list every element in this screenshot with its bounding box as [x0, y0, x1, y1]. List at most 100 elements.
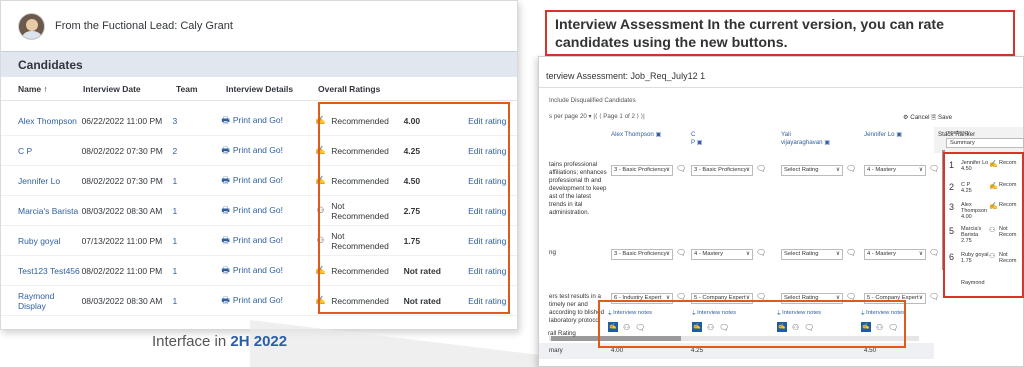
summary-value: 4.00	[611, 347, 624, 354]
candidate-name-link[interactable]: Jennifer Lo	[1, 176, 82, 186]
candidate-header-name2: P	[691, 139, 696, 146]
functional-lead-text: From the Fuctional Lead: Caly Grant	[55, 20, 233, 32]
rating-select[interactable]: 4 - Mastery ∨	[864, 165, 926, 176]
col-team[interactable]: Team	[176, 84, 226, 94]
team-count[interactable]: 3	[173, 116, 222, 126]
comment-icon[interactable]: 🗨	[846, 164, 856, 173]
candidate-header-2[interactable]: CP ▣	[691, 131, 703, 147]
chevron-down-icon: ∨	[835, 251, 840, 257]
functional-lead-row: From the Fuctional Lead: Caly Grant	[1, 1, 517, 51]
include-disqualified-toggle[interactable]: Include Disqualified Candidates	[549, 97, 636, 104]
rating-select[interactable]: 4 - Mastery ∨	[691, 249, 753, 260]
candidate-name-link[interactable]: Marcia's Barista	[1, 206, 82, 216]
candidates-title: Candidates	[1, 51, 517, 77]
print-and-go-link[interactable]: 🖶 Print and Go!	[221, 203, 303, 219]
candidate-header-3[interactable]: Yali vijayaraghavan ▣	[781, 131, 830, 147]
rating-select[interactable]: Select Rating ∨	[781, 165, 843, 176]
not-recommend-icon: ⚇	[989, 253, 996, 260]
stack-ranker-item[interactable]: 1 Jennifer Lo 4.50 ✍ Recom	[949, 160, 1016, 172]
team-count[interactable]: 1	[173, 176, 222, 186]
col-overall-ratings[interactable]: Overall Ratings	[310, 84, 380, 94]
candidate-name-link[interactable]: Ruby goyal	[1, 236, 82, 246]
rating-select[interactable]: 3 - Basic Proficiency ∨	[611, 165, 673, 176]
overall-rating-label: rall Rating	[548, 330, 576, 337]
comment-icon[interactable]: 🗨	[676, 164, 686, 173]
team-count[interactable]: 1	[173, 266, 222, 276]
candidate-name-link[interactable]: Raymond Display	[1, 291, 82, 311]
assessment-title: terview Assessment: Job_Req_July12 1	[546, 71, 706, 81]
zoom-connector	[250, 320, 540, 367]
competency-2: ng	[549, 249, 556, 256]
rating-select-value: 3 - Basic Proficiency	[694, 167, 747, 173]
profile-icon: ▣	[896, 131, 903, 138]
print-and-go-label: Print and Go!	[232, 144, 283, 155]
candidate-name-link[interactable]: Test123 Test456	[1, 266, 82, 276]
candidate-header-4[interactable]: Jennifer Lo ▣	[864, 131, 902, 139]
competency-select[interactable]: Summary	[946, 138, 1024, 148]
printer-icon: 🖶	[221, 204, 230, 215]
recommend-icon: ✍	[989, 183, 998, 190]
print-and-go-link[interactable]: 🖶 Print and Go!	[221, 113, 303, 129]
comment-icon[interactable]: 🗨	[929, 248, 939, 257]
print-and-go-link[interactable]: 🖶 Print and Go!	[221, 173, 303, 189]
summary-value: 4.50	[864, 347, 877, 354]
stack-ranker-item[interactable]: 6 Ruby goyal 1.75 ⚇ Not Recom	[949, 252, 1016, 264]
printer-icon: 🖶	[221, 294, 230, 305]
candidate-header-name2: vijayaraghavan	[781, 139, 823, 146]
interview-date: 08/02/2022 07:30 PM	[81, 175, 163, 186]
candidate-header-1[interactable]: Alex Thompson ▣	[611, 131, 661, 139]
team-count[interactable]: 1	[173, 206, 222, 216]
comment-icon[interactable]: 🗨	[756, 248, 766, 257]
col-interview-details[interactable]: Interview Details	[226, 84, 310, 94]
rating-select[interactable]: 4 - Mastery ∨	[864, 249, 926, 260]
printer-icon: 🖶	[221, 174, 230, 185]
stack-ranker-item[interactable]: 3 Alex Thompson 4.00 ✍ Recom	[949, 202, 1016, 220]
rank-number: 3	[949, 202, 955, 212]
comment-icon[interactable]: 🗨	[676, 248, 686, 257]
stack-ranker-item[interactable]: 5 Marcia's Barista 2.75 ⚇ Not Recom	[949, 226, 1016, 244]
col-interview-date[interactable]: Interview Date	[83, 84, 176, 94]
caption-prefix: Interface in	[152, 333, 231, 350]
recommend-icon: ✍	[989, 161, 998, 168]
chevron-down-icon: ∨	[918, 251, 923, 257]
candidate-name-link[interactable]: C P	[1, 146, 82, 156]
rating-select-value: Select Rating	[784, 251, 819, 257]
candidate-header-name: Yali	[781, 131, 791, 138]
interview-date: 08/02/2022 07:30 PM	[81, 145, 163, 156]
chevron-down-icon: ∨	[745, 167, 750, 173]
ranked-recommendation: Recom	[999, 160, 1017, 166]
new-buttons-highlight	[598, 300, 906, 348]
team-count[interactable]: 1	[173, 236, 222, 246]
rating-select[interactable]: 3 - Basic Proficiency ∨	[691, 165, 753, 176]
table-header: Name ↑ Interview Date Team Interview Det…	[1, 77, 517, 101]
interview-date: 08/03/2022 08:30 AM	[81, 205, 163, 216]
stack-ranker-item[interactable]: 2 C P 4.25 ✍ Recom	[949, 182, 1016, 194]
rating-select[interactable]: Select Rating ∨	[781, 249, 843, 260]
chevron-down-icon: ∨	[918, 295, 923, 301]
team-count[interactable]: 2	[173, 146, 222, 156]
interview-date: 07/13/2022 11:00 PM	[81, 235, 163, 246]
comment-icon[interactable]: 🗨	[929, 164, 939, 173]
comment-icon[interactable]: 🗨	[846, 248, 856, 257]
rating-select[interactable]: 3 - Basic Proficiency ∨	[611, 249, 673, 260]
cancel-save-buttons[interactable]: ⚙ Cancel 🗎 Save	[903, 112, 952, 123]
comment-icon[interactable]: 🗨	[756, 164, 766, 173]
chevron-down-icon: ∨	[918, 167, 923, 173]
rank-number: 2	[949, 182, 955, 192]
comment-icon[interactable]: 🗨	[929, 292, 939, 301]
rating-select-value: 4 - Mastery	[867, 251, 896, 257]
competency-select-label: mpetency	[946, 130, 970, 136]
candidate-header-name: Alex Thompson	[611, 131, 654, 138]
pager[interactable]: s per page 20 ▾ |⟨ ⟨ Page 1 of 2 ⟩ ⟩|	[549, 113, 645, 120]
candidate-name-link[interactable]: Alex Thompson	[1, 116, 82, 126]
col-name[interactable]: Name ↑	[1, 84, 83, 94]
print-and-go-label: Print and Go!	[232, 174, 283, 185]
ranked-recommendation: Recom	[999, 182, 1017, 188]
profile-icon: ▣	[824, 139, 831, 146]
print-and-go-link[interactable]: 🖶 Print and Go!	[221, 233, 303, 249]
team-count[interactable]: 1	[173, 296, 222, 306]
not-recommend-icon: ⚇	[989, 227, 996, 234]
avatar	[18, 12, 45, 40]
ranked-recommendation: Not Recom	[999, 226, 1017, 238]
print-and-go-link[interactable]: 🖶 Print and Go!	[221, 143, 303, 159]
